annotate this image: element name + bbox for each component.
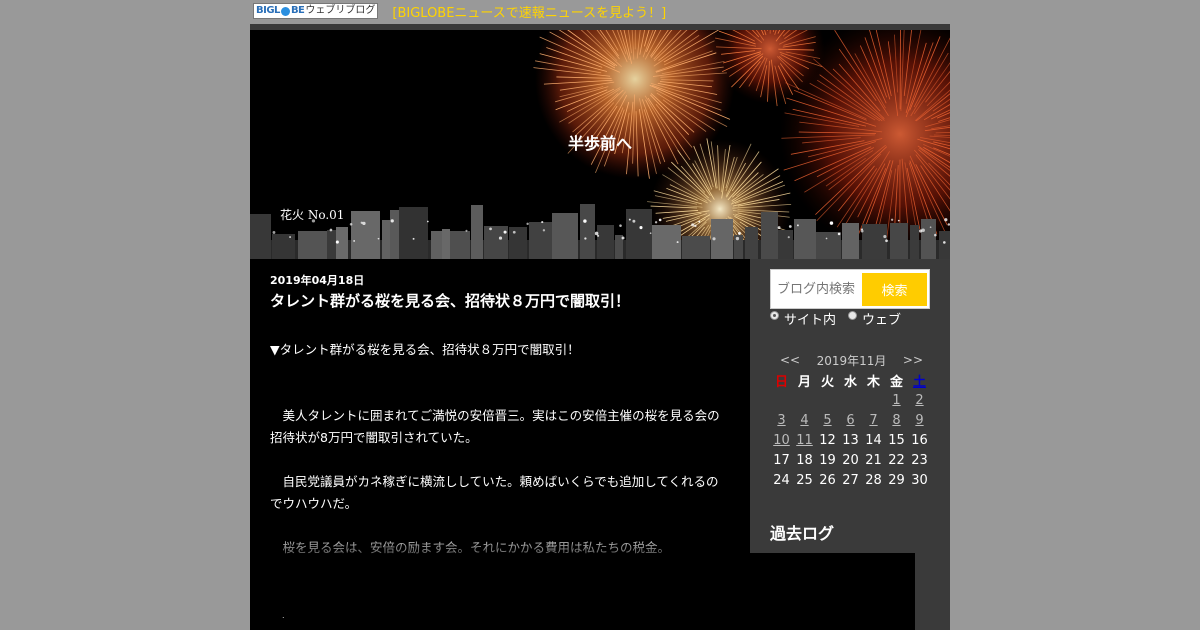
- post-paragraph: 自民党議員がカネ稼ぎに横流ししていた。頼めばいくらでも追加してくれるのでウハウハ…: [270, 474, 719, 511]
- calendar-day[interactable]: 4: [793, 413, 816, 428]
- archive-heading: 過去ログ: [770, 524, 835, 543]
- calendar-day[interactable]: 11: [793, 433, 816, 448]
- calendar-day: 23: [911, 452, 928, 468]
- calendar-day: 16: [911, 432, 928, 448]
- calendar-day[interactable]: 2: [908, 393, 931, 408]
- calendar-day: 13: [842, 432, 859, 448]
- calendar-day: 14: [865, 432, 882, 448]
- logo-text-webryblog: ウェブリブログ: [305, 5, 376, 16]
- radio-web-label: ウェブ: [862, 313, 902, 328]
- calendar-prev-link[interactable]: <<: [780, 353, 800, 367]
- calendar-day: 27: [842, 472, 859, 488]
- header-caption: 花火 No.01: [280, 208, 345, 222]
- calendar-day[interactable]: 5: [816, 413, 839, 428]
- blog-title[interactable]: 半歩前へ: [250, 130, 950, 154]
- radio-site-in[interactable]: [770, 311, 779, 320]
- calendar-day[interactable]: 6: [839, 413, 862, 428]
- radio-web[interactable]: [848, 311, 858, 320]
- calendar-weekday: 月: [797, 374, 811, 390]
- calendar: << 2019年11月 >> 日月火水木金土 1 2 3 4 5 6 7 8 9 10 11 12 13 1…: [770, 350, 933, 490]
- calendar-weekday: 金: [889, 374, 903, 390]
- calendar-day: 25: [796, 472, 813, 488]
- logo-text-biglobe-end: BE: [290, 5, 305, 16]
- blog-header[interactable]: 半歩前へ 花火 No.01: [250, 24, 950, 259]
- calendar-weekday: 水: [843, 374, 857, 390]
- calendar-day: 12: [819, 432, 836, 448]
- calendar-day: 28: [865, 472, 882, 488]
- calendar-header: << 2019年11月 >>: [770, 350, 933, 370]
- calendar-day[interactable]: 10: [770, 433, 793, 448]
- top-bar: BIGL BE ウェブリブログ [BIGLOBEニュースで速報ニュースを見よう！]: [253, 2, 666, 21]
- calendar-week-row: 12: [770, 390, 933, 410]
- post-title[interactable]: タレント群がる桜を見る会、招待状８万円で闇取引！: [270, 290, 630, 311]
- calendar-weekday-row: 日月火水木金土: [770, 370, 933, 390]
- post-date: 2019年04月18日: [270, 274, 365, 287]
- calendar-weekday: 土: [912, 374, 926, 390]
- post-paragraph: [270, 361, 730, 383]
- blog-page: 半歩前へ 花火 No.01 2019年04月18日 タレント群がる桜を見る会、招…: [250, 24, 950, 630]
- calendar-day: 22: [888, 452, 905, 468]
- biglobe-news-link[interactable]: [BIGLOBEニュースで速報ニュースを見よう！]: [392, 2, 666, 21]
- logo-text-biglobe: BIGL: [256, 5, 280, 16]
- search-input[interactable]: [777, 278, 863, 300]
- post-area-extension: [750, 553, 915, 630]
- calendar-next-link[interactable]: >>: [903, 353, 923, 367]
- calendar-day: 20: [842, 452, 859, 468]
- calendar-day[interactable]: 8: [885, 413, 908, 428]
- calendar-day: 19: [819, 452, 836, 468]
- calendar-weekday: 火: [820, 374, 834, 390]
- calendar-day: 29: [888, 472, 905, 488]
- calendar-day[interactable]: 3: [770, 413, 793, 428]
- post-paragraph: 美人タレントに囲まれてご満悦の安倍晋三。実はこの安倍主催の桜を見る会の招待状が8…: [270, 408, 720, 445]
- post-fade-overlay: [250, 529, 750, 569]
- calendar-day: 17: [773, 452, 790, 468]
- calendar-day: 18: [796, 452, 813, 468]
- calendar-grid: 日月火水木金土 1 2 3 4 5 6 7 8 9 10 11 12 13 14 15 16 17 18 19 20 21…: [770, 370, 933, 490]
- calendar-day: 15: [888, 432, 905, 448]
- search-scope-options: サイト内 ウェブ: [770, 309, 901, 328]
- calendar-week-row: 17 18 19 20 21 22 23: [770, 450, 933, 470]
- calendar-week-row: 24 25 26 27 28 29 30: [770, 470, 933, 490]
- calendar-month-title: 2019年11月: [816, 353, 887, 368]
- calendar-day: 30: [911, 472, 928, 488]
- calendar-week-row: 10 11 12 13 14 15 16: [770, 430, 933, 450]
- post-body: ▼タレント群がる桜を見る会、招待状８万円で闇取引！ 美人タレントに囲まれてご満悦…: [270, 339, 730, 559]
- calendar-day[interactable]: 9: [908, 413, 931, 428]
- calendar-day: 26: [819, 472, 836, 488]
- radio-site-in-label: サイト内: [784, 313, 837, 328]
- calendar-day: 24: [773, 472, 790, 488]
- calendar-day[interactable]: 7: [862, 413, 885, 428]
- globe-icon: [280, 6, 290, 16]
- post-area: 2019年04月18日 タレント群がる桜を見る会、招待状８万円で闇取引！ ▼タレ…: [250, 259, 750, 630]
- calendar-day[interactable]: 1: [885, 393, 908, 408]
- post-paragraph: [270, 449, 730, 471]
- calendar-weekday: 日: [774, 374, 788, 390]
- post-trailing-mark: .: [282, 611, 285, 620]
- blog-search-box: 検索: [770, 269, 930, 309]
- biglobe-webryblog-logo[interactable]: BIGL BE ウェブリブログ: [253, 3, 379, 19]
- search-button[interactable]: 検索: [862, 273, 927, 306]
- calendar-week-row: 3456789: [770, 410, 933, 430]
- post-paragraph: ▼タレント群がる桜を見る会、招待状８万円で闇取引！: [270, 342, 580, 357]
- post-paragraph: [270, 383, 730, 405]
- calendar-day: 21: [865, 452, 882, 468]
- calendar-weekday: 木: [866, 374, 880, 390]
